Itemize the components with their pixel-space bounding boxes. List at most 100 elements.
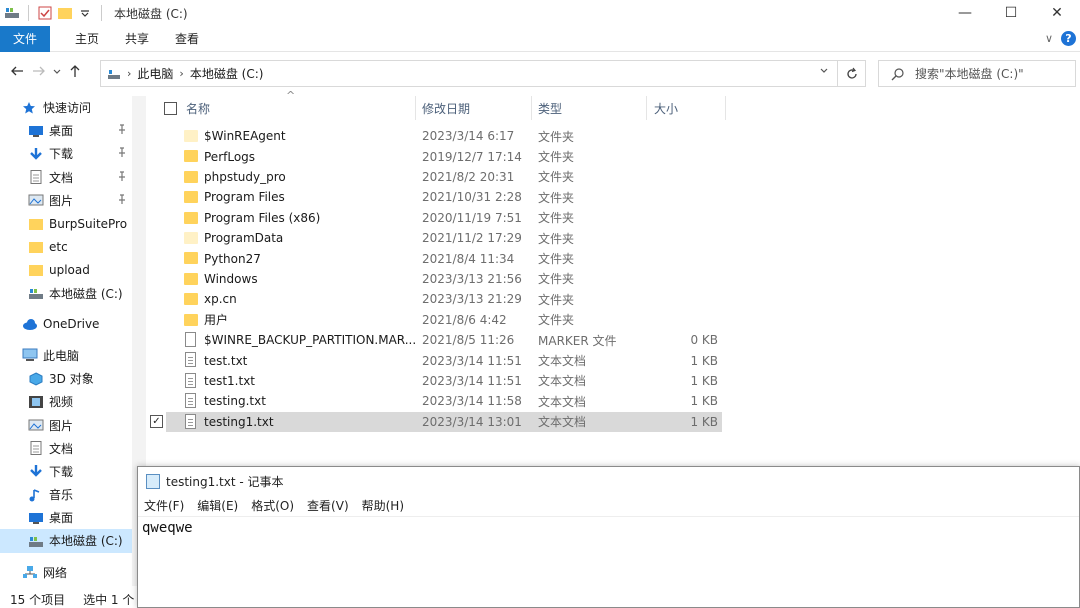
file-date: 2023/3/14 11:51 [422,373,522,388]
forward-button[interactable] [28,65,50,81]
maximize-button[interactable]: ☐ [988,0,1034,26]
tab-home[interactable]: 主页 [62,26,112,52]
file-type: 文件夹 [538,150,575,165]
sidebar-item[interactable]: 桌面 [0,506,132,529]
file-type: MARKER 文件 [538,333,617,348]
select-all-checkbox[interactable] [164,96,177,120]
folder-icon [184,191,198,204]
file-name: test1.txt [204,373,256,388]
pin-icon [117,194,126,207]
desktop-icon [28,124,44,138]
back-button[interactable] [6,65,28,81]
file-name: 用户 [204,313,229,328]
expand-ribbon-button[interactable]: ∨ [1045,32,1053,45]
notepad-text-area[interactable]: qweqwe [138,517,1079,539]
file-row[interactable]: testing.txt 2023/3/14 11:58 文本文档 1 KB [166,391,722,411]
menu-file[interactable]: 文件(F) [144,497,184,514]
sidebar-item[interactable]: 下载 [0,460,132,483]
close-button[interactable]: ✕ [1034,0,1080,26]
menu-edit[interactable]: 编辑(E) [197,497,238,514]
column-divider[interactable] [415,96,416,120]
up-button[interactable] [64,64,86,82]
pin-icon [117,171,126,184]
sidebar-item[interactable]: 本地磁盘 (C:) [0,529,132,553]
address-bar[interactable]: › 此电脑 › 本地磁盘 (C:) [100,60,838,87]
column-type[interactable]: 类型 [538,96,562,120]
breadcrumb-this-pc[interactable]: 此电脑 [137,65,173,82]
menu-format[interactable]: 格式(O) [251,497,294,514]
tab-file[interactable]: 文件 [0,25,51,52]
document-icon [28,170,44,185]
properties-icon[interactable] [37,5,53,21]
refresh-button[interactable] [838,60,866,87]
file-size: 1 KB [690,394,718,409]
address-dropdown-button[interactable] [819,66,829,79]
file-row[interactable]: Python27 2021/8/4 11:34 文件夹 [166,248,722,268]
file-row[interactable]: test1.txt 2023/3/14 11:51 文本文档 1 KB [166,371,722,391]
sidebar-item[interactable]: 文档 [0,437,132,460]
file-row[interactable]: test.txt 2023/3/14 11:51 文本文档 1 KB [166,350,722,370]
sidebar-item[interactable]: 3D 对象 [0,367,132,390]
file-row[interactable]: ✓ testing1.txt 2023/3/14 13:01 文本文档 1 KB [150,411,722,432]
pin-icon [117,147,126,160]
column-divider[interactable] [531,96,532,120]
file-date: 2021/8/2 20:31 [422,169,515,184]
menu-view[interactable]: 查看(V) [307,497,349,514]
file-row[interactable]: Program Files (x86) 2020/11/19 7:51 文件夹 [166,208,722,228]
breadcrumb-local-disk[interactable]: 本地磁盘 (C:) [190,65,264,82]
customize-toolbar-icon[interactable] [77,5,93,21]
sidebar-item[interactable]: 视频 [0,390,132,413]
sidebar-item[interactable]: 网络 [0,561,132,584]
file-row[interactable]: phpstudy_pro 2021/8/2 20:31 文件夹 [166,167,722,187]
file-row[interactable]: PerfLogs 2019/12/7 17:14 文件夹 [166,146,722,166]
file-row[interactable]: ProgramData 2021/11/2 17:29 文件夹 [166,228,722,248]
folder-icon [28,263,44,277]
pin-icon [117,124,126,137]
column-date[interactable]: 修改日期 [422,96,470,120]
file-row[interactable]: Windows 2023/3/13 21:56 文件夹 [166,269,722,289]
sidebar-item[interactable]: 桌面 [0,119,132,142]
notepad-icon [146,473,160,489]
file-name: test.txt [204,353,248,368]
tab-share[interactable]: 共享 [112,26,162,52]
new-folder-icon[interactable] [57,5,73,21]
file-row[interactable]: 用户 2021/8/6 4:42 文件夹 [166,310,722,330]
tab-view[interactable]: 查看 [162,26,212,52]
file-row[interactable]: $WINRE_BACKUP_PARTITION.MAR... 2021/8/5 1… [166,330,722,350]
file-row[interactable]: $WinREAgent 2023/3/14 6:17 文件夹 [166,126,722,146]
column-size[interactable]: 大小 [654,96,678,120]
file-date: 2023/3/14 11:51 [422,353,522,368]
ribbon-tabs: 文件 主页 共享 查看 ∨ ? [0,25,1080,52]
column-divider[interactable] [725,96,726,120]
sidebar-item[interactable]: upload [0,258,132,281]
column-divider[interactable] [646,96,647,120]
search-icon [891,67,904,80]
navigation-pane: 快速访问 桌面 下载 文档 图片 BurpSuitePro etc upload 本地磁盘 (C… [0,96,132,586]
recent-locations-button[interactable] [50,65,64,81]
sidebar-item-label: 视频 [49,395,74,410]
sidebar-item[interactable]: 下载 [0,142,132,165]
sidebar-item[interactable]: 本地磁盘 (C:) [0,282,132,305]
sidebar-item[interactable]: 此电脑 [0,344,132,367]
sort-ascending-icon: ^ [286,89,296,102]
file-row[interactable]: xp.cn 2023/3/13 21:29 文件夹 [166,289,722,309]
sidebar-item[interactable]: 音乐 [0,483,132,506]
notepad-window[interactable]: testing1.txt - 记事本 文件(F) 编辑(E) 格式(O) 查看(… [137,466,1080,608]
sidebar-item[interactable]: etc [0,235,132,258]
sidebar-item[interactable]: OneDrive [0,313,132,336]
menu-help[interactable]: 帮助(H) [362,497,404,514]
file-date: 2021/11/2 17:29 [422,231,522,246]
help-button[interactable]: ? [1061,31,1076,46]
row-checkbox[interactable]: ✓ [150,414,163,428]
sidebar-item[interactable]: BurpSuitePro [0,212,132,235]
sidebar-item[interactable]: 图片 [0,189,132,212]
notepad-title-bar[interactable]: testing1.txt - 记事本 [138,467,1079,495]
sidebar-item[interactable]: 图片 [0,413,132,436]
sidebar-item[interactable]: 快速访问 [0,96,132,119]
file-row[interactable]: Program Files 2021/10/31 2:28 文件夹 [166,187,722,207]
sidebar-item[interactable]: 文档 [0,166,132,189]
search-box[interactable]: 搜索"本地磁盘 (C:)" [878,60,1076,87]
minimize-button[interactable]: — [942,0,988,26]
column-name[interactable]: 名称 [186,96,210,120]
file-size [652,187,718,207]
